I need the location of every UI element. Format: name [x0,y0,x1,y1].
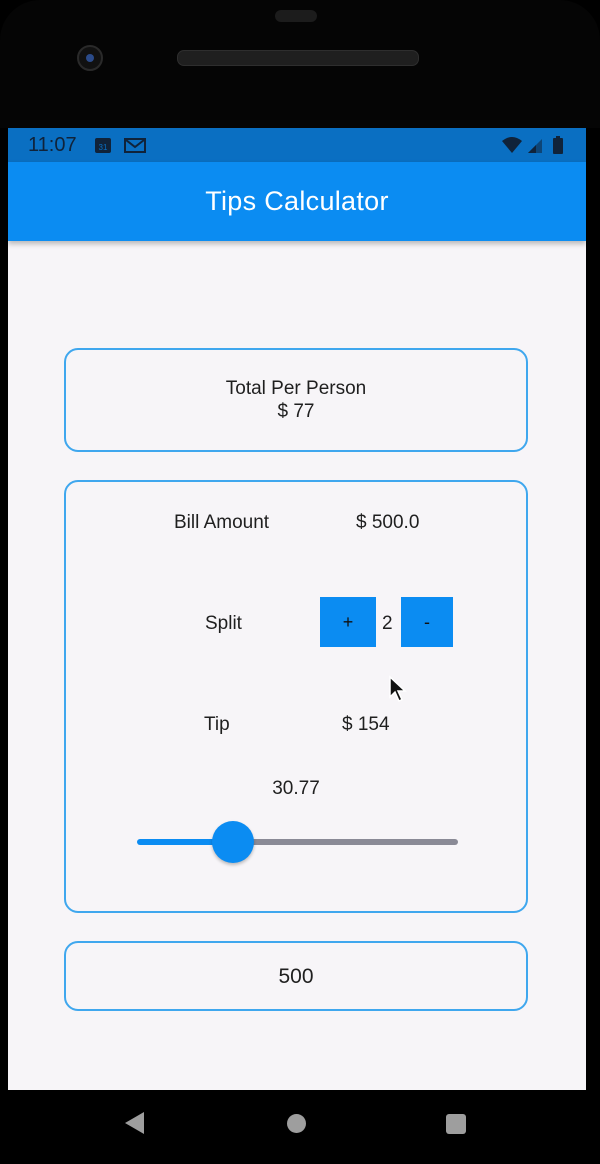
back-icon[interactable] [125,1112,144,1134]
gmail-icon [124,136,146,154]
split-label: Split [205,613,242,634]
split-count: 2 [382,613,393,634]
front-camera-icon [77,45,103,71]
status-bar: 11:07 31 [8,128,586,162]
signal-icon [526,136,544,154]
mouse-cursor-icon [388,675,408,708]
split-increase-button[interactable]: + [320,597,376,647]
app-bar: Tips Calculator [8,162,586,241]
bill-amount-value: $ 500.0 [356,512,420,533]
tip-percentage-value: 30.77 [272,778,320,799]
tip-value: $ 154 [342,714,390,735]
tip-label: Tip [204,714,230,735]
bill-input-field[interactable]: 500 [64,941,528,1011]
home-icon[interactable] [287,1114,306,1133]
battery-icon [552,136,564,154]
device-screen: 11:07 31 Tips Calculator Total Per Perso… [8,128,586,1090]
tip-slider-thumb[interactable] [212,821,254,863]
app-title: Tips Calculator [205,186,389,216]
calculator-card: Bill Amount $ 500.0 Split + 2 - Tip $ 15… [64,480,528,913]
total-per-person-card: Total Per Person $ 77 [64,348,528,452]
navigation-bar [0,1090,600,1164]
calendar-day: 31 [99,143,108,152]
wifi-icon [501,136,523,154]
bill-input-value[interactable]: 500 [66,965,526,989]
total-per-person-value: $ 77 [277,401,315,422]
phone-bezel-top [0,0,600,128]
calendar-icon: 31 [94,136,112,154]
top-sensor [275,10,317,22]
split-decrease-button[interactable]: - [401,597,453,647]
slider-track-inactive[interactable] [237,839,458,845]
recent-apps-icon[interactable] [446,1114,466,1134]
status-time: 11:07 [28,134,77,156]
earpiece-speaker [177,50,419,66]
total-per-person-label: Total Per Person [225,378,367,399]
bill-amount-label: Bill Amount [174,512,270,533]
